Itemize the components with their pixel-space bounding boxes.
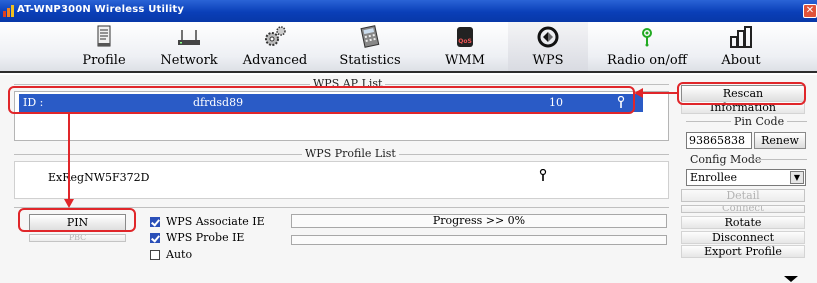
pin-button[interactable]: PIN bbox=[29, 214, 126, 232]
pbc-button[interactable]: PBC bbox=[29, 234, 126, 242]
progress-bar-secondary bbox=[291, 235, 667, 245]
toolbar-wmm[interactable]: QoS WMM bbox=[425, 22, 505, 71]
probe-ie-checkbox[interactable] bbox=[150, 232, 160, 243]
toolbar-label: Network bbox=[160, 53, 218, 68]
wps-ap-list[interactable]: ID : dfrdsd89 10 bbox=[14, 91, 669, 141]
window-title: AT-WNP300N Wireless Utility bbox=[17, 4, 185, 15]
toolbar-network[interactable]: Network bbox=[149, 22, 229, 71]
pin-code-label: Pin Code bbox=[734, 115, 785, 128]
scroll-down-icon[interactable] bbox=[784, 276, 798, 282]
wps-profile-list[interactable]: ExRegNW5F372D bbox=[14, 161, 669, 199]
app-icon bbox=[3, 5, 14, 17]
ap-channel: 10 bbox=[549, 96, 563, 109]
wps-page: WPS AP List ID : dfrdsd89 10 WPS Profile… bbox=[0, 75, 817, 283]
lock-icon bbox=[617, 96, 625, 108]
connect-button[interactable]: Connect bbox=[681, 205, 805, 213]
associate-ie-label: WPS Associate IE bbox=[166, 215, 265, 228]
toolbar-statistics[interactable]: Statistics bbox=[330, 22, 410, 71]
information-button[interactable]: Information bbox=[681, 101, 805, 114]
arrow-left-icon bbox=[634, 88, 643, 98]
associate-ie-checkbox[interactable] bbox=[150, 216, 160, 227]
toolbar-label: Advanced bbox=[242, 53, 308, 68]
advanced-icon bbox=[265, 26, 286, 46]
renew-button[interactable]: Renew bbox=[754, 132, 806, 149]
config-mode-value: Enrollee bbox=[690, 171, 738, 184]
toolbar-profile[interactable]: Profile bbox=[64, 22, 144, 71]
toolbar-about[interactable]: About bbox=[701, 22, 781, 71]
annotation-arrow bbox=[68, 114, 70, 202]
detail-button[interactable]: Detail bbox=[681, 189, 805, 202]
toolbar-label: Profile bbox=[82, 53, 126, 68]
progress-bar: Progress >> 0% bbox=[291, 214, 667, 228]
progress-text: Progress >> 0% bbox=[432, 214, 526, 227]
group-divider bbox=[686, 121, 731, 122]
config-mode-select[interactable]: Enrollee ▼ bbox=[686, 169, 806, 186]
auto-checkbox[interactable] bbox=[150, 249, 160, 260]
about-icon bbox=[730, 26, 752, 48]
ap-id-label: ID : bbox=[23, 96, 44, 109]
wmm-icon: QoS bbox=[457, 27, 473, 47]
wps-associate-ie-option[interactable]: WPS Associate IE bbox=[150, 215, 265, 228]
toolbar-label: WPS bbox=[532, 53, 564, 68]
group-divider bbox=[753, 159, 807, 160]
ap-ssid: dfrdsd89 bbox=[193, 96, 244, 109]
radio-icon bbox=[642, 28, 652, 47]
key-icon bbox=[539, 169, 547, 181]
chevron-down-icon[interactable]: ▼ bbox=[790, 171, 804, 184]
profile-icon bbox=[97, 25, 111, 47]
wps-probe-ie-option[interactable]: WPS Probe IE bbox=[150, 231, 244, 244]
auto-label: Auto bbox=[166, 248, 193, 261]
network-icon bbox=[178, 30, 200, 45]
profile-list-item[interactable]: ExRegNW5F372D bbox=[48, 171, 149, 184]
wps-ap-list-title: WPS AP List bbox=[310, 77, 386, 90]
toolbar-label: About bbox=[721, 53, 761, 68]
group-divider bbox=[787, 121, 807, 122]
export-profile-button[interactable]: Export Profile bbox=[681, 245, 805, 258]
title-bar: AT-WNP300N Wireless Utility ✕ bbox=[0, 0, 817, 22]
pin-code-field[interactable]: 93865838 bbox=[686, 132, 752, 149]
toolbar-label: Radio on/off bbox=[607, 53, 687, 68]
wps-profile-list-title: WPS Profile List bbox=[302, 147, 399, 160]
config-mode-label: Config Mode bbox=[690, 153, 762, 166]
arrow-down-icon bbox=[64, 199, 74, 208]
statistics-icon bbox=[360, 25, 380, 48]
auto-option[interactable]: Auto bbox=[150, 248, 192, 261]
wireless-utility-window: AT-WNP300N Wireless Utility ✕ Profile Ne… bbox=[0, 0, 817, 283]
close-button[interactable]: ✕ bbox=[803, 4, 817, 18]
probe-ie-label: WPS Probe IE bbox=[166, 231, 245, 244]
svg-text:QoS: QoS bbox=[458, 38, 472, 45]
wps-icon bbox=[537, 26, 559, 48]
toolbar-label: Statistics bbox=[339, 53, 401, 68]
toolbar-advanced[interactable]: Advanced bbox=[235, 22, 315, 71]
toolbar-radio[interactable]: Radio on/off bbox=[604, 22, 690, 71]
rotate-button[interactable]: Rotate bbox=[681, 216, 805, 229]
toolbar: Profile Network Advanced Statistics QoS … bbox=[0, 22, 817, 73]
toolbar-label: WMM bbox=[445, 53, 485, 68]
group-divider bbox=[14, 207, 669, 208]
ap-list-row[interactable]: ID : dfrdsd89 10 bbox=[19, 94, 643, 112]
disconnect-button[interactable]: Disconnect bbox=[681, 231, 805, 244]
toolbar-wps[interactable]: WPS bbox=[508, 22, 588, 71]
